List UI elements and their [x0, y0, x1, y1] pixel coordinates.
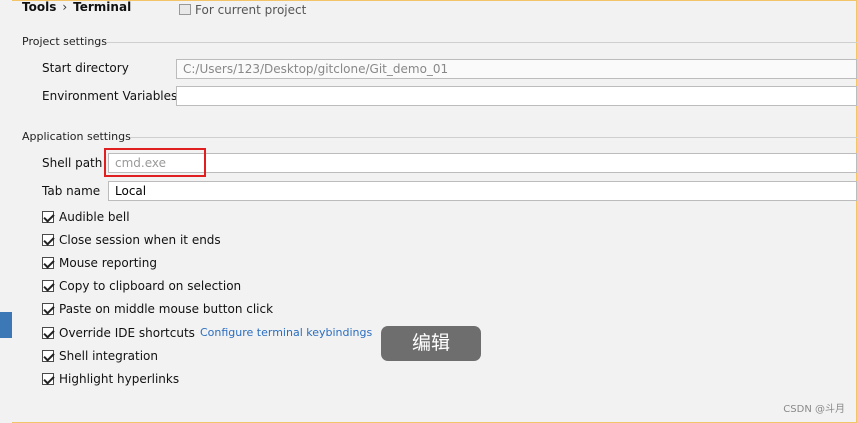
left-gutter — [0, 0, 12, 423]
checkbox-checked-icon[interactable] — [42, 327, 54, 339]
breadcrumb: Tools › Terminal — [22, 0, 131, 14]
copy-on-selection-label: Copy to clipboard on selection — [59, 279, 242, 293]
environment-variables-field[interactable] — [176, 86, 857, 106]
checkbox-checked-icon[interactable] — [42, 211, 54, 223]
scope-note: For current project — [179, 3, 306, 17]
breadcrumb-parent[interactable]: Tools — [22, 0, 56, 14]
checkbox-checked-icon[interactable] — [42, 373, 54, 385]
shell-path-input[interactable] — [108, 153, 857, 173]
copy-on-selection-checkbox[interactable]: Copy to clipboard on selection — [42, 278, 241, 294]
override-ide-shortcuts-checkbox[interactable]: Override IDE shortcuts — [42, 325, 195, 341]
shell-integration-label: Shell integration — [59, 349, 159, 363]
start-directory-label: Start directory — [42, 61, 129, 75]
section-divider — [106, 42, 857, 43]
close-session-label: Close session when it ends — [59, 233, 221, 247]
shell-integration-checkbox[interactable]: Shell integration — [42, 348, 158, 364]
checkbox-checked-icon[interactable] — [42, 257, 54, 269]
watermark: CSDN @斗月 — [783, 404, 845, 415]
paste-middle-click-checkbox[interactable]: Paste on middle mouse button click — [42, 301, 273, 317]
application-settings-title: Application settings — [22, 130, 131, 143]
highlight-hyperlinks-label: Highlight hyperlinks — [59, 372, 180, 386]
mouse-reporting-label: Mouse reporting — [59, 256, 157, 270]
mouse-reporting-checkbox[interactable]: Mouse reporting — [42, 255, 157, 271]
highlight-hyperlinks-checkbox[interactable]: Highlight hyperlinks — [42, 371, 179, 387]
tab-name-input[interactable] — [108, 181, 857, 201]
section-divider — [130, 137, 857, 138]
start-directory-field[interactable] — [176, 59, 857, 79]
audible-bell-checkbox[interactable]: Audible bell — [42, 209, 130, 225]
shell-path-highlight — [104, 148, 206, 177]
breadcrumb-separator: › — [62, 0, 68, 14]
tab-name-label: Tab name — [42, 184, 101, 198]
checkbox-checked-icon[interactable] — [42, 234, 54, 246]
checkbox-checked-icon[interactable] — [42, 303, 54, 315]
audible-bell-label: Audible bell — [59, 210, 130, 224]
edit-toast: 编辑 — [381, 326, 481, 361]
configure-keybindings-link[interactable]: Configure terminal keybindings — [200, 326, 372, 339]
environment-variables-label: Environment Variables — [42, 89, 178, 103]
checkbox-checked-icon[interactable] — [42, 350, 54, 362]
left-selection-accent — [0, 312, 12, 338]
project-icon — [179, 4, 191, 15]
breadcrumb-current: Terminal — [73, 0, 132, 14]
checkbox-checked-icon[interactable] — [42, 280, 54, 292]
shell-path-label: Shell path — [42, 156, 103, 170]
close-session-checkbox[interactable]: Close session when it ends — [42, 232, 221, 248]
scope-note-text: For current project — [195, 3, 307, 17]
paste-middle-click-label: Paste on middle mouse button click — [59, 302, 274, 316]
project-settings-title: Project settings — [22, 35, 107, 48]
override-ide-shortcuts-label: Override IDE shortcuts — [59, 326, 195, 340]
